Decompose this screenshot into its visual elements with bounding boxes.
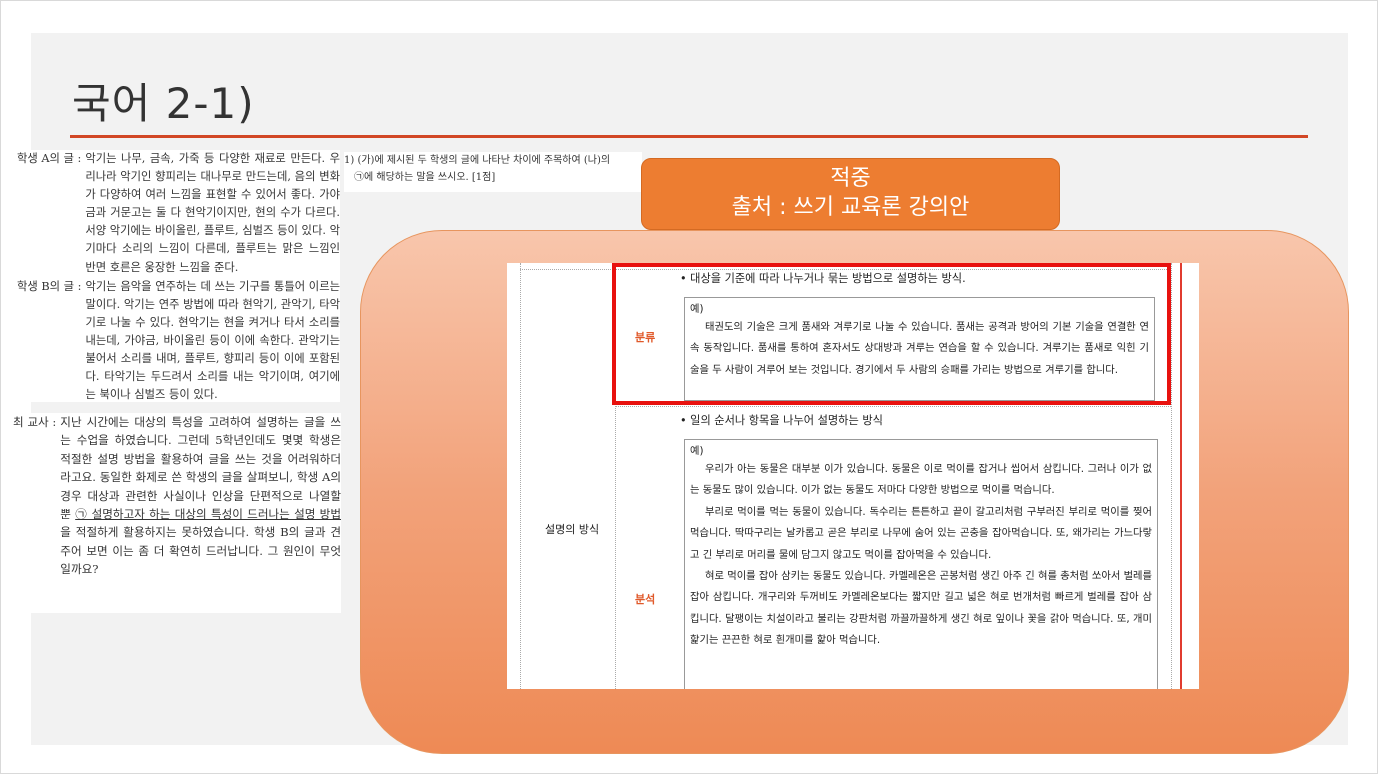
student-a-text: 악기는 나무, 금속, 가죽 등 다양한 재료로 만든다. 우리나라 악기인 향…: [85, 152, 340, 274]
table-row-divider: [615, 406, 1171, 407]
exam-question: 1) (가)에 제시된 두 학생의 글에 나타난 차이에 주목하여 (나)의 ㉠…: [344, 152, 642, 192]
teacher-text: 지난 시간에는 대상의 특성을 고려하여 설명하는 글을 쓰는 수업을 하였습니…: [60, 413, 341, 579]
analysis-example-label: 예): [690, 445, 704, 457]
student-a-label: 학생 A의 글 :: [17, 152, 82, 165]
question-line-2: ㉠에 해당하는 말을 쓰시오. [1점]: [354, 172, 496, 183]
student-b-paragraph: 학생 B의 글 : 악기는 음악을 연주하는 데 쓰는 기구를 통틀어 이르는 …: [17, 278, 340, 405]
analysis-example-para-1: 우리가 아는 동물은 대부분 이가 있습니다. 동물은 이로 먹이를 잡거나 씹…: [690, 463, 1152, 497]
analysis-example-para-3: 혀로 먹이를 잡아 삼키는 동물도 있습니다. 카멜레온은 곤봉처럼 생긴 아주…: [690, 570, 1152, 647]
teacher-text-after: 을 적절하게 활용하지는 못하였습니다. 학생 B의 글과 견주어 보면 이는 …: [60, 525, 341, 577]
callout-title: 적중: [830, 166, 871, 191]
callout-source: 출처 : 쓰기 교육론 강의안: [731, 195, 970, 220]
student-b-label: 학생 B의 글 :: [17, 279, 82, 293]
title-divider: [70, 135, 1308, 138]
question-line-1: 1) (가)에 제시된 두 학생의 글에 나타난 차이에 주목하여 (나)의: [344, 155, 611, 166]
page-edge-bar: [1180, 263, 1182, 689]
category-analysis: 분석: [635, 593, 656, 606]
teacher-underlined-phrase: ㉠ 설명하고자 하는 대상의 특성이 드러나는 설명 방법: [75, 507, 341, 522]
table-border-left: [520, 263, 521, 689]
exam-passage-students: 학생 A의 글 : 악기는 나무, 금속, 가죽 등 다양한 재료로 만든다. …: [17, 150, 340, 402]
teacher-paragraph: 최 교사 : 지난 시간에는 대상의 특성을 고려하여 설명하는 글을 쓰는 수…: [13, 413, 341, 579]
analysis-example-para-2: 부리로 먹이를 먹는 동물이 있습니다. 독수리는 튼튼하고 끝이 갈고리처럼 …: [690, 505, 1152, 561]
exam-passage-teacher: 최 교사 : 지난 시간에는 대상의 특성을 고려하여 설명하는 글을 쓰는 수…: [13, 413, 341, 613]
slide-title: 국어 2-1): [72, 79, 255, 128]
teacher-label: 최 교사 :: [13, 415, 57, 429]
analysis-definition: • 일의 순서나 항목을 나누어 설명하는 방식: [680, 414, 883, 427]
teacher-text-before: 지난 시간에는 대상의 특성을 고려하여 설명하는 글을 쓰는 수업을 하였습니…: [60, 415, 341, 522]
analysis-example-box: 예) 우리가 아는 동물은 대부분 이가 있습니다. 동물은 이로 먹이를 잡거…: [684, 439, 1158, 689]
source-callout: 적중 출처 : 쓰기 교육론 강의안: [641, 158, 1060, 230]
section-label: 설명의 방식: [545, 523, 600, 536]
student-b-text: 악기는 음악을 연주하는 데 쓰는 기구를 통틀어 이르는 말이다. 악기는 연…: [85, 279, 340, 402]
match-highlight-box: [612, 263, 1171, 405]
student-a-paragraph: 학생 A의 글 : 악기는 나무, 금속, 가죽 등 다양한 재료로 만든다. …: [17, 150, 340, 277]
table-border-right: [1171, 263, 1172, 689]
